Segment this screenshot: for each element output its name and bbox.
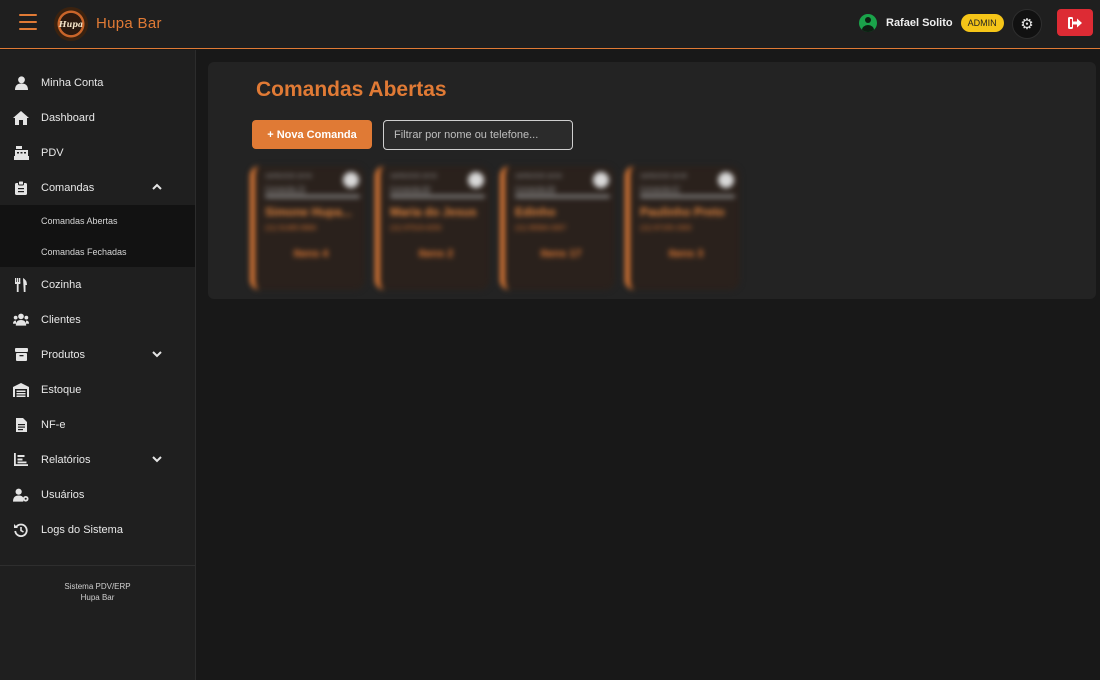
card-phone: (11) 97519-4253 [390,225,442,232]
cash-register-icon [13,145,29,161]
sidebar-subitem-comandas-abertas[interactable]: Comandas Abertas [0,205,195,236]
utensils-icon [13,277,29,293]
warehouse-icon [13,382,29,398]
sidebar-item-usuarios[interactable]: Usuários [0,477,195,512]
footer-system-name: Sistema PDV/ERP [64,582,131,591]
gear-icon: ⚙ [1020,16,1034,33]
sidebar-item-relatorios[interactable]: Relatórios [0,442,195,477]
sidebar-item-produtos[interactable]: Produtos [0,337,195,372]
chevron-down-icon[interactable] [151,454,163,464]
card-number: Comanda 69 [390,186,431,193]
sidebar-item-label: Estoque [41,383,82,396]
close-icon[interactable] [468,172,484,188]
brand-name: Hupa Bar [96,15,162,32]
card-number: Comanda 70 [265,186,306,193]
comanda-card[interactable]: 16/05/2025 19:04 Comanda 70 Simone Hupa.… [250,166,365,290]
logo-text: Hupa [58,19,84,29]
main-panel: Comandas Abertas + Nova Comanda 16/05/20… [208,62,1096,299]
comanda-card[interactable]: 16/05/2025 18:49 Comanda 67 Paulinho Pre… [625,166,740,290]
user-icon [13,75,29,91]
card-item-count: Itens 3 [668,248,704,260]
home-icon [13,110,29,126]
card-item-count: Itens 4 [293,248,329,260]
card-customer-name: Maria do Jesus [390,205,477,219]
user-status-icon [859,14,877,32]
sidebar-item-label: NF-e [41,418,66,431]
theme-toggle-button[interactable]: ⚙ [1012,9,1042,39]
card-phone: (11) 97155-1503 [640,225,692,232]
chart-icon [13,452,29,468]
document-icon [13,417,29,433]
sidebar-item-label: Comandas [41,181,95,194]
sidebar-item-label: Clientes [41,313,81,326]
card-divider [265,195,360,198]
new-comanda-button[interactable]: + Nova Comanda [252,120,372,149]
clipboard-icon [13,180,29,196]
role-badge: ADMIN [960,14,1004,32]
user-name: Rafael Solito [886,17,953,29]
top-bar: Hupa Hupa Bar Rafael Solito ADMIN ⚙ [0,0,1100,49]
card-customer-name: Edinho [515,205,556,219]
card-customer-name: Paulinho Preto [640,205,725,219]
comanda-card[interactable]: 16/05/2025 19:03 Comanda 69 Maria do Jes… [375,166,490,290]
sidebar-item-dashboard[interactable]: Dashboard [0,100,195,135]
sidebar-item-estoque[interactable]: Estoque [0,372,195,407]
comanda-card[interactable]: 16/05/2025 18:54 Comanda 68 Edinho (11) … [500,166,615,290]
card-number: Comanda 68 [515,186,556,193]
comandas-submenu: Comandas Abertas Comandas Fechadas [0,205,195,267]
card-divider [640,195,735,198]
logout-button[interactable] [1057,9,1093,36]
users-icon [13,312,29,328]
card-divider [515,195,610,198]
filter-input[interactable] [383,120,573,150]
card-item-count: Itens 2 [418,248,454,260]
card-customer-name: Simone Hupa... [265,205,352,219]
sidebar-item-minha-conta[interactable]: Minha Conta [0,65,195,100]
sidebar-item-label: PDV [41,146,64,159]
sidebar-footer: Sistema PDV/ERP Hupa Bar [0,565,195,603]
card-item-count: Itens 17 [540,248,582,260]
sidebar-item-label: Cozinha [41,278,82,291]
sidebar-subitem-comandas-fechadas[interactable]: Comandas Fechadas [0,236,195,267]
hupa-bar-logo: Hupa [54,7,88,41]
user-info: Rafael Solito ADMIN [859,14,1004,32]
sidebar-item-label: Usuários [41,488,85,501]
sidebar-item-label: Relatórios [41,453,91,466]
box-icon [13,347,29,363]
close-icon[interactable] [593,172,609,188]
chevron-down-icon[interactable] [151,349,163,359]
sidebar-item-logs-do-sistema[interactable]: Logs do Sistema [0,512,195,547]
sidebar-item-label: Logs do Sistema [41,523,123,536]
sidebar-item-nfe[interactable]: NF-e [0,407,195,442]
sidebar-item-cozinha[interactable]: Cozinha [0,267,195,302]
card-phone: (11) 91485-9684 [265,225,317,232]
sign-out-icon [1068,16,1082,29]
close-icon[interactable] [343,172,359,188]
sidebar-menu: Minha Conta Dashboard PDV Comandas Coman… [0,50,195,547]
sidebar-item-label: Dashboard [41,111,95,124]
page-title: Comandas Abertas [256,78,447,101]
close-icon[interactable] [718,172,734,188]
comanda-cards: 16/05/2025 19:04 Comanda 70 Simone Hupa.… [250,166,740,291]
sidebar-item-label: Produtos [41,348,86,361]
card-phone: (11) 95584-3307 [515,225,567,232]
sidebar-item-comandas[interactable]: Comandas [0,170,195,205]
footer-business-name: Hupa Bar [80,593,115,602]
sidebar: Minha Conta Dashboard PDV Comandas Coman… [0,50,196,680]
sidebar-item-clientes[interactable]: Clientes [0,302,195,337]
card-number: Comanda 67 [640,186,681,193]
history-icon [13,522,29,538]
user-gear-icon [13,487,29,503]
sidebar-item-label: Minha Conta [41,76,104,89]
card-divider [390,195,485,198]
hamburger-menu-icon[interactable] [19,14,37,30]
sidebar-item-pdv[interactable]: PDV [0,135,195,170]
chevron-up-icon[interactable] [151,182,163,192]
